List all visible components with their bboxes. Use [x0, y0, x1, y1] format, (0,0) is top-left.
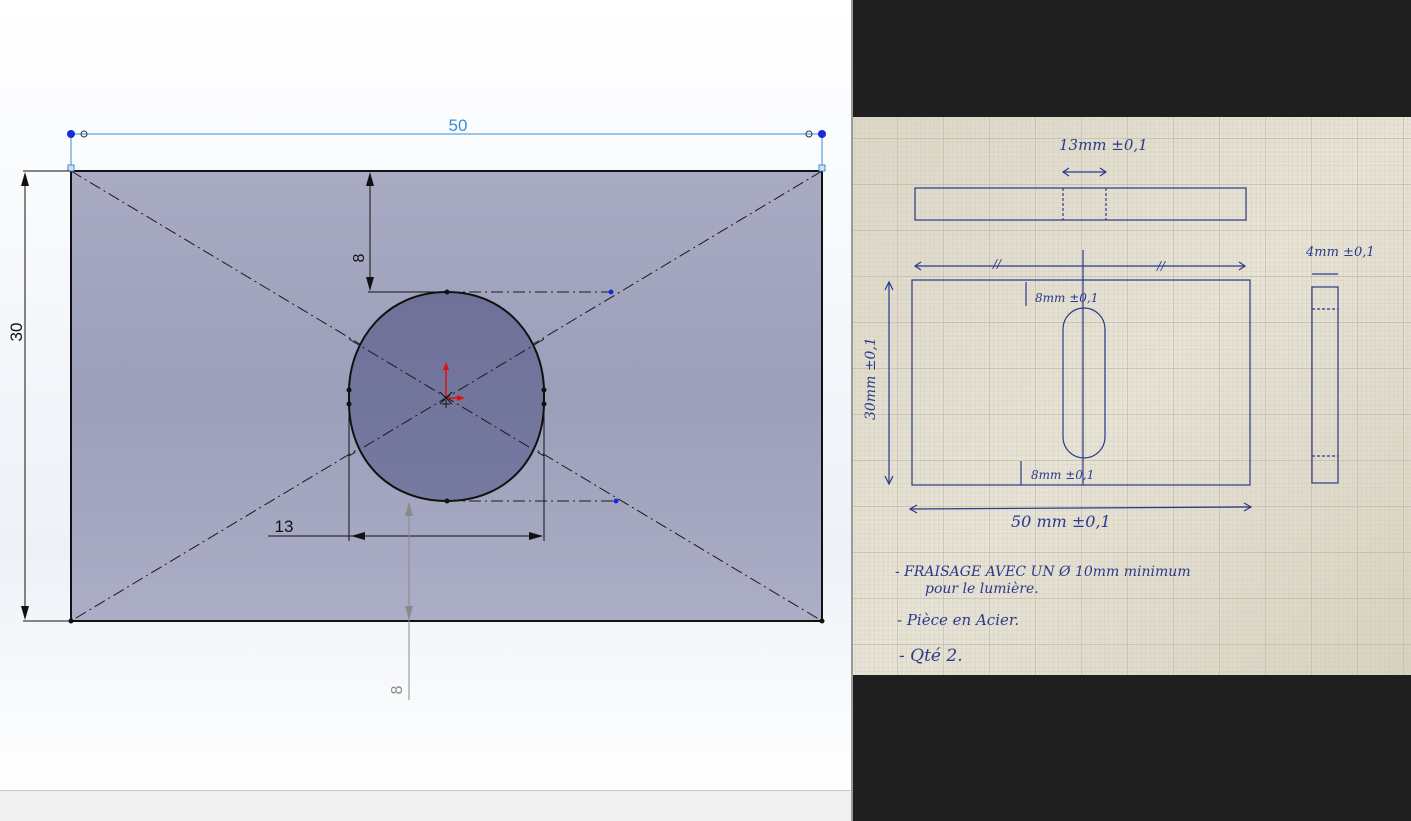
reference-photo-panel: 13mm ±0,1 // // 4mm ±0,1 8mm ±0,1 8mm ±0…	[851, 0, 1411, 821]
dimension-width-value[interactable]: 50	[449, 116, 468, 135]
drawing-slot-bottom-dim: 8mm ±0,1	[1031, 468, 1094, 482]
drawing-top-dim: 13mm ±0,1	[1059, 136, 1148, 154]
drawing-side-dim: 4mm ±0,1	[1305, 245, 1375, 260]
dimension-circle-offset-value[interactable]: 13	[275, 517, 294, 536]
construction-endpoint[interactable]	[608, 289, 614, 295]
drawing-note-2: pour le lumière.	[925, 581, 1039, 597]
hand-drawing-photo: 13mm ±0,1 // // 4mm ±0,1 8mm ±0,1 8mm ±0…	[851, 117, 1411, 675]
drawing-height-dim: 30mm ±0,1	[863, 337, 879, 420]
construction-endpoint[interactable]	[613, 498, 619, 504]
dimension-bottom-offset-value[interactable]: 8	[389, 685, 406, 694]
cad-sketch-canvas[interactable]: 50 30 8 13 8	[0, 0, 851, 790]
dimension-height[interactable]: 30	[7, 170, 70, 622]
dimension-width[interactable]: 50	[67, 116, 826, 172]
panel-divider[interactable]	[851, 0, 853, 821]
cad-sketch-viewport[interactable]: 50 30 8 13 8	[0, 0, 851, 790]
drawing-width-dim: 50 mm ±0,1	[1011, 512, 1111, 531]
dimension-height-value[interactable]: 30	[7, 323, 26, 342]
dimension-top-offset-value[interactable]: 8	[351, 253, 368, 262]
drawing-slot-top-dim: 8mm ±0,1	[1035, 291, 1098, 305]
drawing-note-4: - Qté 2.	[899, 646, 963, 666]
drawing-note-3: - Pièce en Acier.	[897, 611, 1019, 629]
status-bar	[0, 790, 851, 821]
drawing-note-1: - FRAISAGE AVEC UN Ø 10mm minimum	[895, 564, 1191, 580]
